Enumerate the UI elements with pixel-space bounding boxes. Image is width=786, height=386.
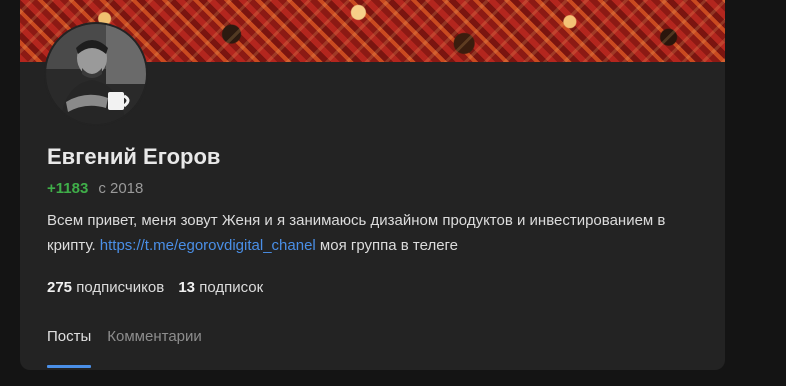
subscriptions-label: подписок	[199, 279, 264, 296]
member-since: с 2018	[98, 180, 144, 197]
bio-suffix: моя группа в телеге	[315, 237, 459, 254]
profile-meta: +1183 с 2018	[47, 180, 143, 197]
profile-name: Евгений Егоров	[47, 144, 221, 169]
subscribers-stat[interactable]: 275 подписчиков	[47, 279, 164, 296]
profile-tabs: Посты Комментарии	[47, 328, 218, 370]
subscribers-label: подписчиков	[76, 279, 165, 296]
subscribers-count: 275	[47, 279, 73, 296]
profile-card: Евгений Егоров +1183 с 2018 Всем привет, …	[20, 0, 725, 370]
tab-posts[interactable]: Посты	[47, 328, 92, 368]
rating-badge: +1183	[47, 180, 89, 197]
avatar-photo	[46, 24, 146, 124]
avatar[interactable]	[46, 24, 146, 124]
profile-bio: Всем привет, меня зовут Женя и я занимаю…	[47, 208, 707, 258]
bio-link[interactable]: https://t.me/egorovdigital_chanel	[100, 237, 316, 254]
subscriptions-stat[interactable]: 13 подписок	[178, 279, 263, 296]
subscriptions-count: 13	[178, 279, 196, 296]
tab-comments[interactable]: Комментарии	[107, 328, 201, 368]
profile-stats: 275 подписчиков 13 подписок	[47, 279, 273, 296]
